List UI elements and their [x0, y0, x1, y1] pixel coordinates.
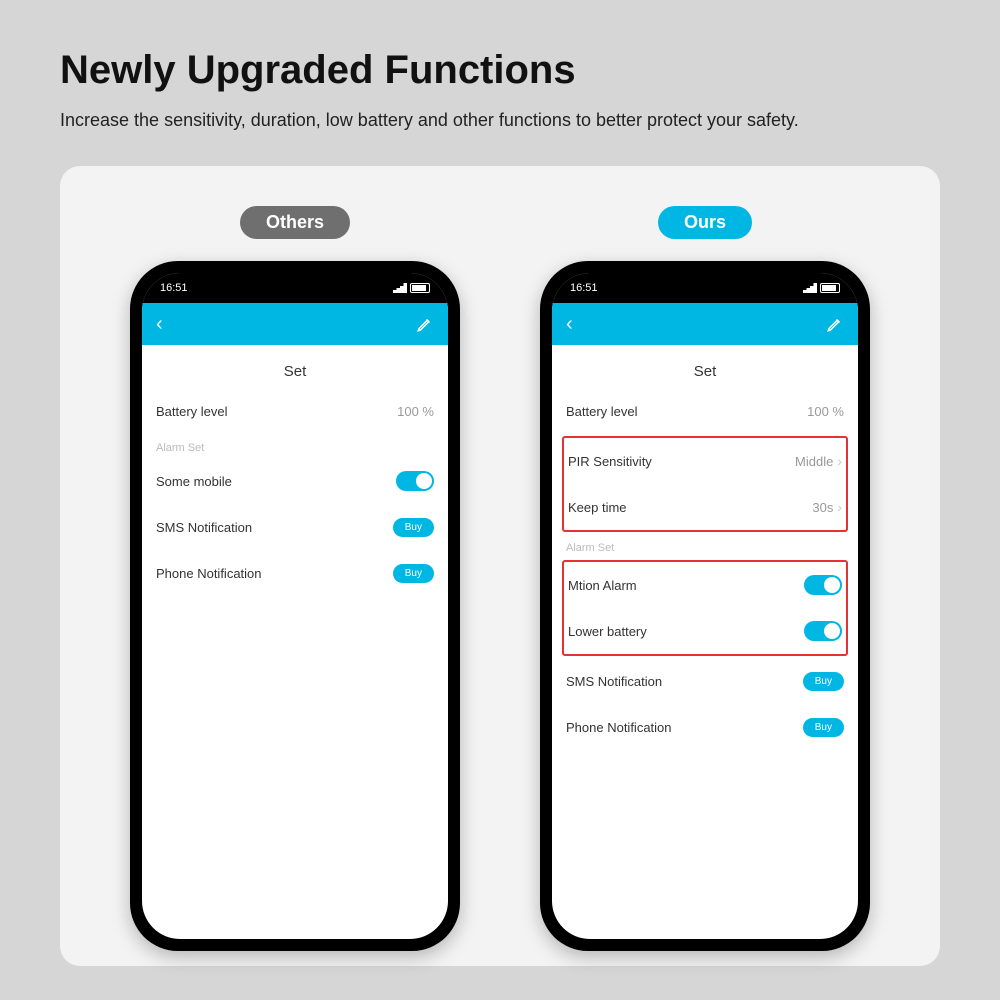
- app-header: ‹: [552, 303, 858, 345]
- row-motion-alarm[interactable]: Mtion Alarm: [568, 562, 842, 608]
- section-alarm-set: Alarm Set: [566, 534, 844, 558]
- phone-label: Phone Notification: [566, 720, 672, 735]
- keep-value: 30s: [812, 500, 833, 515]
- badge-others: Others: [240, 206, 350, 239]
- row-pir[interactable]: PIR Sensitivity Middle ›: [568, 438, 842, 484]
- section-alarm-set: Alarm Set: [156, 434, 434, 458]
- app-header: ‹: [142, 303, 448, 345]
- row-sms[interactable]: SMS Notification Buy: [156, 504, 434, 550]
- buy-sms-button[interactable]: Buy: [803, 672, 844, 691]
- row-phone[interactable]: Phone Notification Buy: [156, 550, 434, 596]
- pir-label: PIR Sensitivity: [568, 454, 652, 469]
- row-battery: Battery level 100 %: [156, 388, 434, 434]
- row-battery: Battery level 100 %: [566, 388, 844, 434]
- row-phone[interactable]: Phone Notification Buy: [566, 704, 844, 750]
- buy-phone-button[interactable]: Buy: [393, 564, 434, 583]
- pir-value: Middle: [795, 454, 833, 469]
- some-mobile-label: Some mobile: [156, 474, 232, 489]
- row-some-mobile[interactable]: Some mobile: [156, 458, 434, 504]
- status-time: 16:51: [160, 282, 188, 294]
- battery-icon: [820, 283, 840, 293]
- back-button[interactable]: ‹: [156, 313, 163, 336]
- phone-ours: 16:51 ‹ Set Battery level 100 %: [540, 261, 870, 951]
- highlight-box-2: Mtion Alarm Lower battery: [562, 560, 848, 656]
- battery-label: Battery level: [156, 404, 228, 419]
- buy-sms-button[interactable]: Buy: [393, 518, 434, 537]
- phone-label: Phone Notification: [156, 566, 262, 581]
- status-time: 16:51: [570, 282, 598, 294]
- edit-button[interactable]: [416, 315, 434, 333]
- lowbatt-label: Lower battery: [568, 624, 647, 639]
- edit-button[interactable]: [826, 315, 844, 333]
- badge-ours: Ours: [658, 206, 752, 239]
- battery-icon: [410, 283, 430, 293]
- battery-value: 100 %: [807, 404, 844, 419]
- phone-notch: [220, 273, 370, 299]
- signal-icon: [803, 283, 817, 293]
- screen-title: Set: [142, 345, 448, 388]
- phone-notch: [630, 273, 780, 299]
- toggle-motion[interactable]: [804, 575, 842, 595]
- row-sms[interactable]: SMS Notification Buy: [566, 658, 844, 704]
- buy-phone-button[interactable]: Buy: [803, 718, 844, 737]
- highlight-box-1: PIR Sensitivity Middle › Keep time 30s ›: [562, 436, 848, 532]
- keep-label: Keep time: [568, 500, 627, 515]
- screen-title: Set: [552, 345, 858, 388]
- toggle-some-mobile[interactable]: [396, 471, 434, 491]
- phone-others: 16:51 ‹ Set Battery level 100 % Alarm Se…: [130, 261, 460, 951]
- signal-icon: [393, 283, 407, 293]
- sms-label: SMS Notification: [156, 520, 252, 535]
- sms-label: SMS Notification: [566, 674, 662, 689]
- battery-label: Battery level: [566, 404, 638, 419]
- row-lower-battery[interactable]: Lower battery: [568, 608, 842, 654]
- page-subtitle: Increase the sensitivity, duration, low …: [60, 107, 940, 134]
- chevron-right-icon: ›: [837, 499, 842, 515]
- comparison-panel: Others 16:51 ‹ Set Battery level: [60, 166, 940, 966]
- toggle-lowbatt[interactable]: [804, 621, 842, 641]
- row-keep-time[interactable]: Keep time 30s ›: [568, 484, 842, 530]
- page-title: Newly Upgraded Functions: [60, 48, 940, 93]
- chevron-right-icon: ›: [837, 453, 842, 469]
- battery-value: 100 %: [397, 404, 434, 419]
- back-button[interactable]: ‹: [566, 313, 573, 336]
- motion-label: Mtion Alarm: [568, 578, 637, 593]
